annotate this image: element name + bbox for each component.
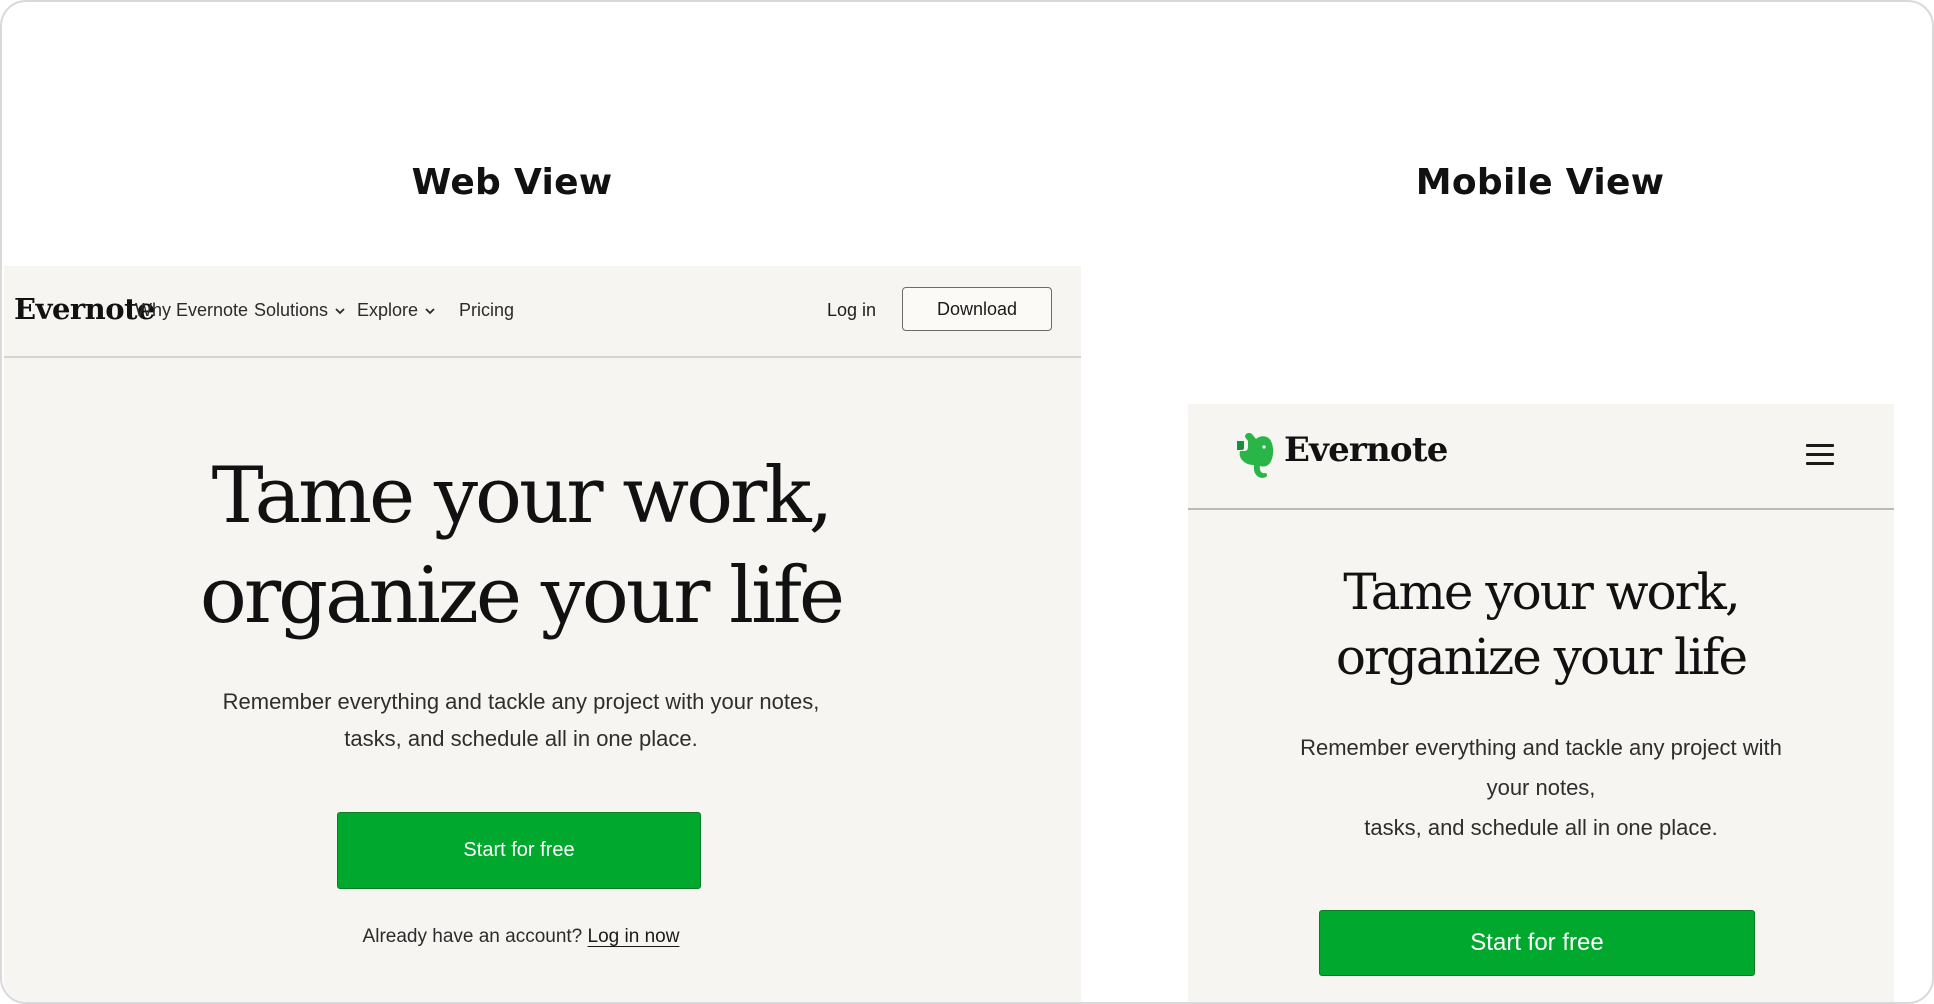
nav-pricing[interactable]: Pricing (459, 300, 514, 321)
comparison-frame: Web View Mobile View Evernote Why Everno… (0, 0, 1934, 1004)
mobile-sub-line-1: Remember everything and tackle any proje… (1300, 735, 1782, 760)
mobile-hero-subtitle: Remember everything and tackle any proje… (1228, 728, 1854, 848)
web-sub-line-2: tasks, and schedule all in one place. (344, 726, 698, 751)
nav-solutions-label: Solutions (254, 300, 329, 320)
web-login-link[interactable]: Log in (827, 300, 876, 321)
nav-why-evernote[interactable]: Why Evernote (135, 300, 248, 321)
account-prompt-text: Already have an account? (362, 926, 583, 947)
nav-solutions[interactable]: Solutions (254, 300, 346, 321)
web-view-heading: Web View (411, 162, 613, 203)
mobile-navbar: Evernote (1188, 404, 1894, 510)
evernote-elephant-icon[interactable] (1236, 431, 1274, 479)
mobile-sub-line-3: tasks, and schedule all in one place. (1364, 815, 1718, 840)
web-logo[interactable]: Evernote (14, 292, 155, 326)
web-hero-line-2: organize your life (199, 551, 845, 641)
web-view-panel: Evernote Why Evernote Solutions Explore … (4, 266, 1081, 1002)
mobile-sub-line-2: your notes, (1486, 775, 1596, 800)
nav-explore-label: Explore (357, 300, 419, 320)
mobile-hero-line-2: organize your life (1335, 628, 1748, 686)
chevron-down-icon (425, 307, 435, 314)
chevron-down-icon (335, 307, 345, 314)
web-hero-heading: Tame your work, organize your life (4, 446, 1038, 646)
mobile-view-panel: Evernote Tame your work, organize your l… (1188, 404, 1894, 1002)
web-sub-line-1: Remember everything and tackle any proje… (222, 689, 820, 714)
hamburger-menu-icon[interactable] (1806, 444, 1834, 468)
web-hero-subtitle: Remember everything and tackle any proje… (4, 683, 1038, 757)
web-hero-line-1: Tame your work, (211, 451, 834, 541)
download-button[interactable]: Download (902, 287, 1052, 331)
mobile-start-free-button[interactable]: Start for free (1319, 910, 1755, 976)
nav-pricing-label: Pricing (459, 300, 515, 320)
mobile-logo[interactable]: Evernote (1284, 430, 1448, 470)
mobile-view-heading: Mobile View (1415, 162, 1665, 203)
web-start-free-button[interactable]: Start for free (337, 812, 701, 889)
mobile-hero-heading: Tame your work, organize your life (1188, 560, 1894, 690)
web-navbar: Evernote Why Evernote Solutions Explore … (4, 266, 1081, 358)
nav-explore[interactable]: Explore (357, 300, 436, 321)
mobile-hero-line-1: Tame your work, (1343, 563, 1741, 621)
log-in-now-link[interactable]: Log in now (588, 926, 680, 947)
web-account-prompt: Already have an account? Log in now (4, 926, 1038, 948)
nav-why-evernote-label: Why Evernote (135, 300, 249, 320)
